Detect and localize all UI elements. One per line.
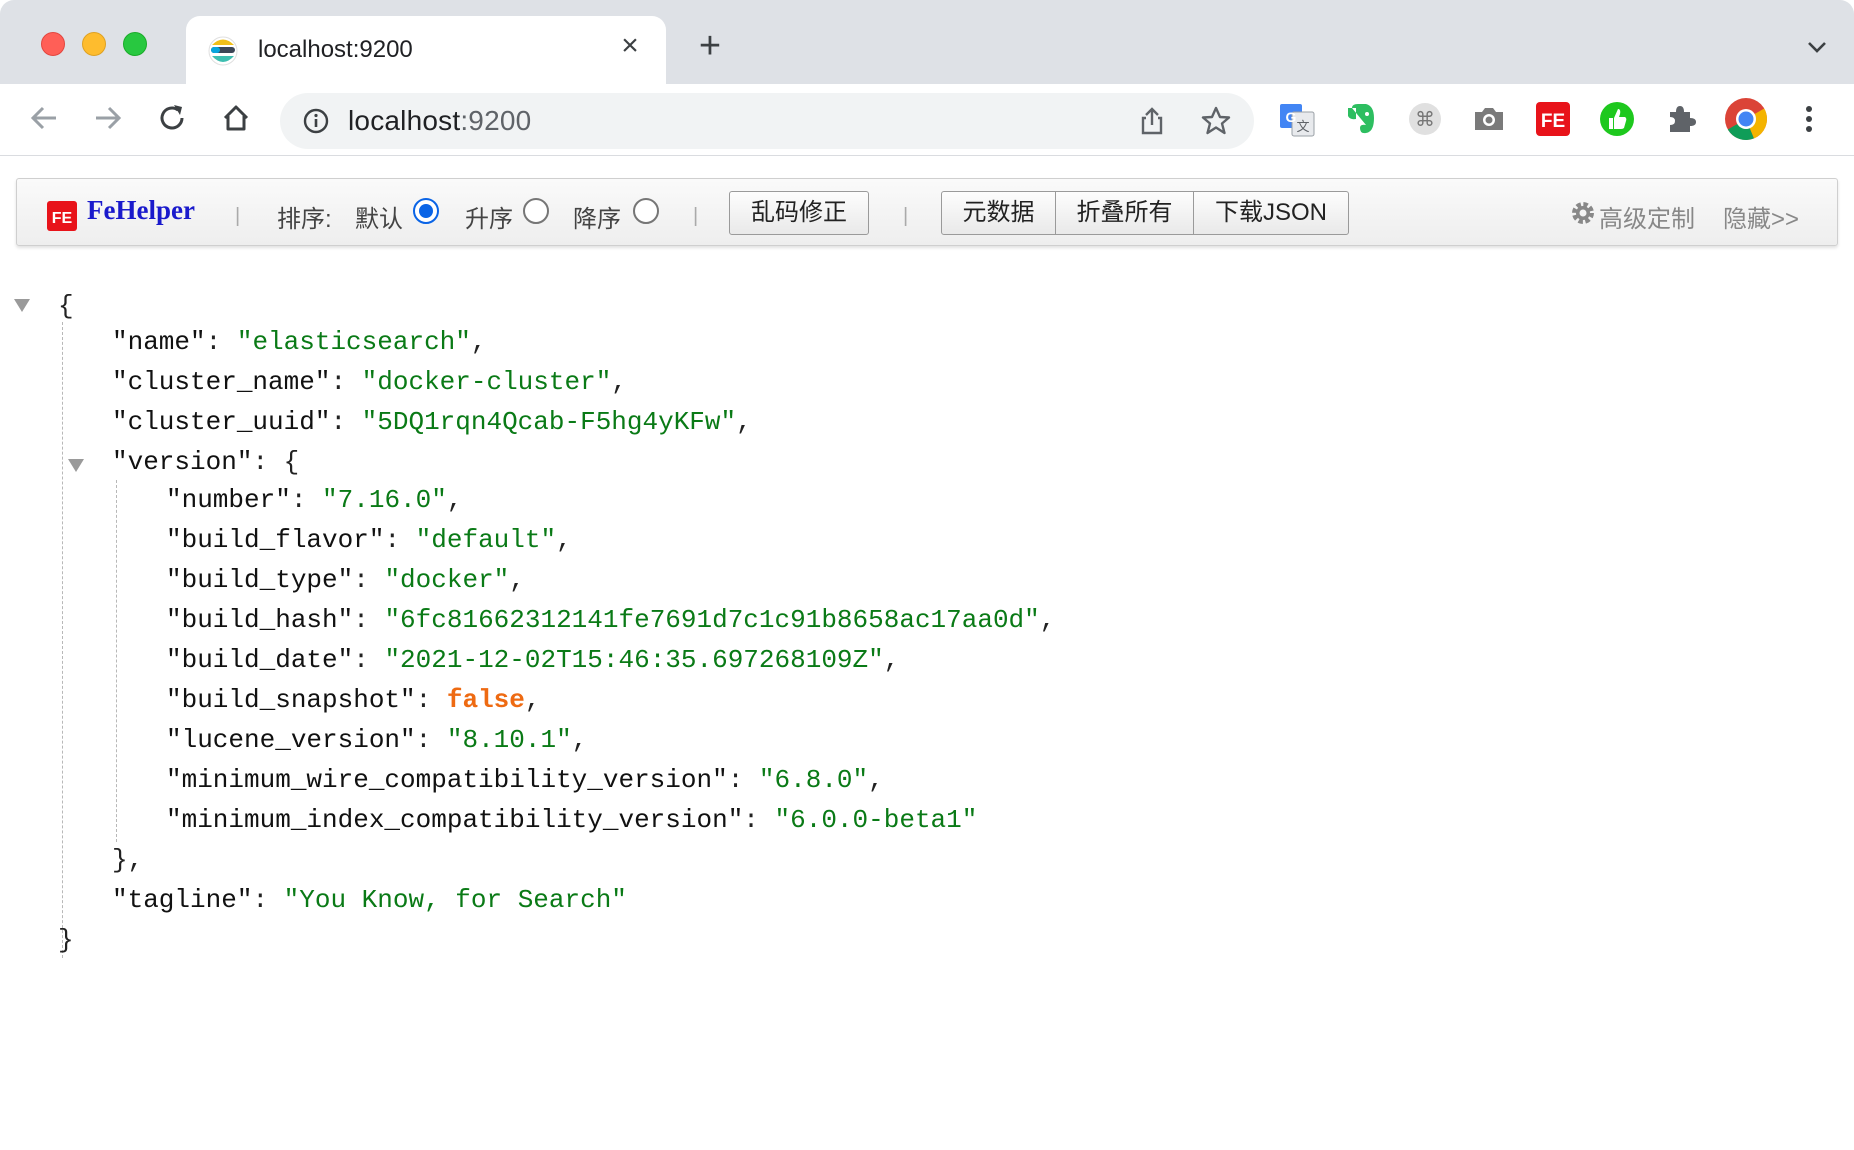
elasticsearch-favicon-icon (208, 36, 238, 66)
minimize-window-button[interactable] (82, 32, 106, 56)
root-open-brace: { (58, 291, 74, 321)
json-line: "cluster_name": "docker-cluster", (112, 367, 627, 397)
url-text[interactable]: localhost:9200 (348, 105, 531, 137)
svg-text:G: G (1286, 109, 1297, 125)
site-info-icon[interactable] (302, 107, 330, 135)
fehelper-toolbar: FE FeHelper | 排序: 默认 升序 降序 | 乱码修正 | 元数据 … (16, 178, 1838, 246)
more-menu-icon[interactable] (1790, 100, 1828, 138)
browser-toolbar: localhost:9200 G 文 ⌘ FE (0, 84, 1854, 156)
separator: | (903, 205, 909, 227)
sort-label: 排序: (277, 206, 332, 233)
back-arrow-icon[interactable] (24, 98, 64, 138)
sort-default-label: 默认 (355, 206, 403, 233)
json-line: "build_date": "2021-12-02T15:46:35.69726… (166, 645, 900, 675)
svg-text:⌘: ⌘ (1415, 107, 1435, 131)
svg-text:FE: FE (52, 210, 73, 227)
close-window-button[interactable] (41, 32, 65, 56)
share-icon[interactable] (1136, 105, 1168, 137)
sort-desc-label: 降序 (573, 206, 621, 233)
sort-asc-radio[interactable] (523, 198, 549, 224)
evernote-icon[interactable] (1342, 100, 1380, 138)
command-icon[interactable]: ⌘ (1406, 100, 1444, 138)
collapse-version-toggle-icon[interactable] (68, 459, 84, 472)
separator: | (235, 205, 241, 227)
reload-icon[interactable] (152, 98, 192, 138)
root-indent-guide (62, 322, 63, 958)
json-line: "lucene_version": "8.10.1", (166, 725, 588, 755)
hide-toolbar-link[interactable]: 隐藏>> (1723, 199, 1799, 234)
json-actions-group: 元数据 折叠所有 下载JSON (941, 191, 1349, 235)
json-line-version: "version": { (112, 447, 300, 477)
json-line: "number": "7.16.0", (166, 485, 463, 515)
new-tab-button[interactable]: + (690, 26, 730, 66)
tab-search-chevron-icon[interactable] (1804, 34, 1830, 60)
tab-title: localhost:9200 (258, 36, 413, 63)
gear-icon[interactable] (1569, 199, 1597, 227)
json-line: "name": "elasticsearch", (112, 327, 487, 357)
json-line: "cluster_uuid": "5DQ1rqn4Qcab-F5hg4yKFw"… (112, 407, 752, 437)
json-line: "minimum_index_compatibility_version": "… (166, 805, 978, 835)
address-bar[interactable]: localhost:9200 (280, 93, 1254, 149)
sort-asc-label: 升序 (465, 206, 513, 233)
separator: | (693, 205, 699, 227)
tab-localhost[interactable]: localhost:9200 × (186, 16, 666, 84)
fehelper-icon[interactable]: FE (1534, 100, 1572, 138)
fehelper-logo-icon: FE (47, 201, 77, 231)
download-json-button[interactable]: 下载JSON (1194, 192, 1348, 234)
thumbs-up-icon[interactable] (1598, 100, 1636, 138)
home-icon[interactable] (216, 98, 256, 138)
tab-close-icon[interactable]: × (612, 28, 648, 64)
json-line: "build_type": "docker", (166, 565, 525, 595)
maximize-window-button[interactable] (123, 32, 147, 56)
google-translate-icon[interactable]: G 文 (1278, 100, 1316, 138)
fehelper-brand[interactable]: FeHelper (87, 195, 195, 226)
puzzle-extensions-icon[interactable] (1662, 100, 1700, 138)
version-close-brace: }, (112, 845, 144, 875)
advanced-settings-link[interactable]: 高级定制 (1599, 199, 1695, 234)
json-line: "minimum_wire_compatibility_version": "6… (166, 765, 884, 795)
bookmark-star-icon[interactable] (1200, 105, 1232, 137)
sort-desc-radio[interactable] (633, 198, 659, 224)
collapse-root-toggle-icon[interactable] (14, 299, 30, 312)
collapse-all-button[interactable]: 折叠所有 (1056, 192, 1194, 234)
tab-strip: localhost:9200 × + (0, 0, 1854, 84)
sort-default-radio[interactable] (413, 198, 439, 224)
version-indent-guide (116, 480, 117, 842)
metadata-button[interactable]: 元数据 (942, 192, 1056, 234)
svg-text:文: 文 (1296, 120, 1309, 135)
json-line: "build_snapshot": false, (166, 685, 541, 715)
svg-text:FE: FE (1541, 111, 1565, 132)
chrome-profile-icon[interactable] (1724, 97, 1768, 141)
json-line: "build_flavor": "default", (166, 525, 572, 555)
json-line: "tagline": "You Know, for Search" (112, 885, 627, 915)
root-close-brace: } (58, 925, 74, 955)
json-line: "build_hash": "6fc81662312141fe7691d7c1c… (166, 605, 1056, 635)
forward-arrow-icon[interactable] (88, 98, 128, 138)
camera-icon[interactable] (1470, 100, 1508, 138)
fix-encoding-button[interactable]: 乱码修正 (729, 191, 869, 235)
